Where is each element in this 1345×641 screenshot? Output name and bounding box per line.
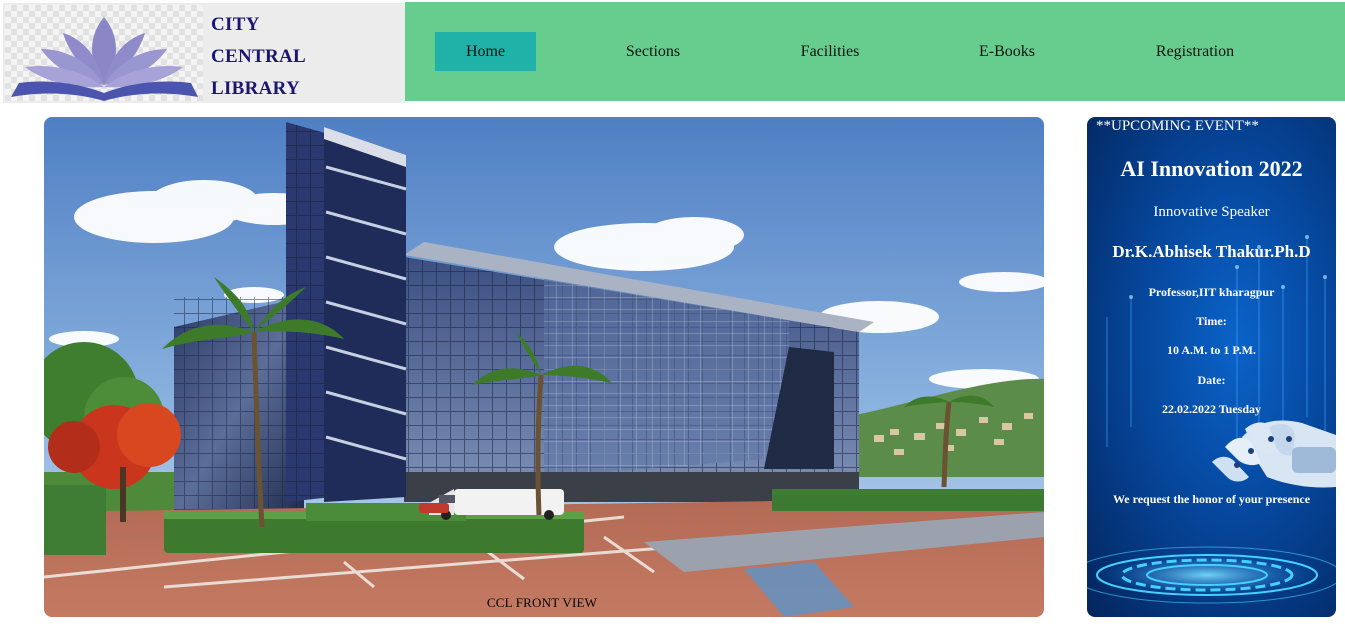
- hero-caption-text: CCL FRONT VIEW: [486, 595, 598, 610]
- invite-message: We request the honor of your presence: [1112, 492, 1311, 506]
- date-value: 22.02.2022 Tuesday: [1161, 402, 1262, 416]
- site-header: CITY CENTRAL LIBRARY Home Sections Facil…: [0, 0, 1345, 106]
- event-tag: **UPCOMING EVENT**: [1096, 118, 1259, 134]
- nav-registration[interactable]: Registration: [1135, 32, 1255, 71]
- main-nav: Home Sections Facilities E-Books Registr…: [405, 2, 1345, 101]
- brand-line-library: LIBRARY: [211, 78, 301, 99]
- brand-block: CITY CENTRAL LIBRARY: [3, 3, 405, 103]
- time-label: Time:: [1196, 314, 1227, 328]
- brand-line-central: CENTRAL: [211, 46, 307, 67]
- library-building-photo: CCL FRONT VIEW: [44, 117, 1044, 617]
- building-illustration: [44, 117, 1044, 617]
- upcoming-event-card: **UPCOMING EVENT** AI Innovation 2022 In…: [1087, 117, 1336, 617]
- nav-ebooks[interactable]: E-Books: [957, 32, 1057, 71]
- hero-caption: CCL FRONT VIEW: [44, 595, 1044, 611]
- library-name: CITY CENTRAL LIBRARY: [211, 9, 306, 105]
- brand-line-city: CITY: [211, 14, 260, 35]
- speaker-affiliation: Professor,IIT kharagpur: [1148, 285, 1275, 299]
- date-label: Date:: [1197, 373, 1226, 387]
- speaker-name: Dr.K.Abhisek Thakur.Ph.D: [1112, 242, 1311, 261]
- nav-facilities[interactable]: Facilities: [780, 32, 880, 71]
- event-title: AI Innovation 2022: [1120, 156, 1303, 181]
- nav-sections[interactable]: Sections: [603, 32, 703, 71]
- speaker-label: Innovative Speaker: [1153, 204, 1270, 220]
- nav-home[interactable]: Home: [435, 32, 536, 71]
- time-value: 10 A.M. to 1 P.M.: [1167, 343, 1256, 357]
- lotus-book-icon[interactable]: [5, 5, 203, 101]
- robot-hand-tech-icon: [1087, 235, 1336, 604]
